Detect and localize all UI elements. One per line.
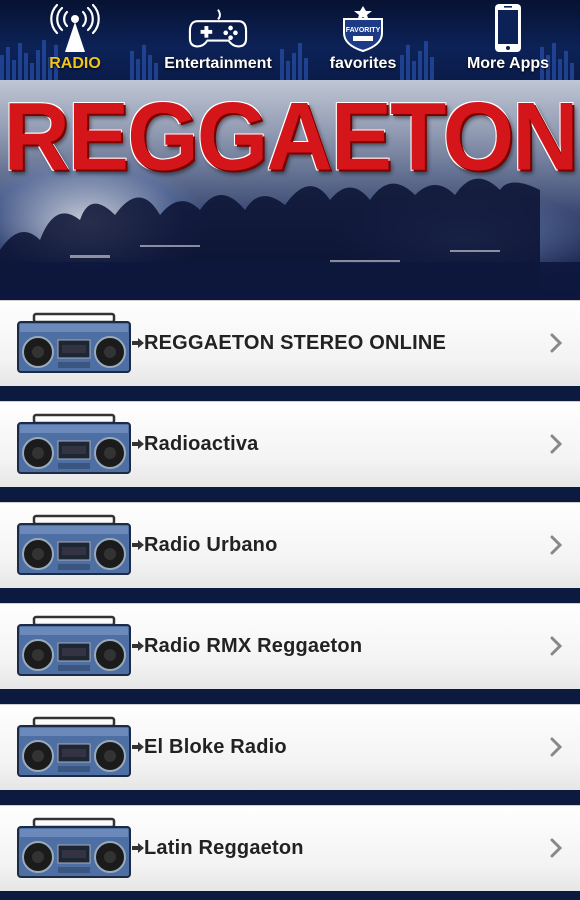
pointer-icon <box>132 843 144 853</box>
station-item[interactable]: Latin Reggaeton <box>0 805 580 891</box>
tab-more-apps[interactable]: More Apps <box>462 0 554 80</box>
station-name: REGGAETON STEREO ONLINE <box>144 331 447 354</box>
header-banner: REGGAETON <box>0 80 580 300</box>
tab-label: RADIO <box>49 55 101 72</box>
station-item[interactable]: El Bloke Radio <box>0 704 580 790</box>
chevron-right-icon <box>550 434 562 454</box>
station-name: Radio Urbano <box>144 533 278 556</box>
station-item[interactable]: Radio RMX Reggaeton <box>0 603 580 689</box>
tab-label: favorites <box>329 55 397 72</box>
chevron-right-icon <box>550 636 562 656</box>
station-item[interactable]: Radio Urbano <box>0 502 580 588</box>
boombox-icon <box>17 716 131 777</box>
tab-entertainment[interactable]: Entertainment <box>158 0 278 80</box>
favorite-badge-icon: FAVORITY <box>333 0 393 56</box>
station-name: El Bloke Radio <box>144 735 287 758</box>
station-name: Latin Reggaeton <box>144 836 304 859</box>
tab-label: More Apps <box>466 55 550 72</box>
tab-favorites[interactable]: FAVORITY favorites <box>322 0 404 80</box>
chevron-right-icon <box>550 838 562 858</box>
chevron-right-icon <box>550 333 562 353</box>
gamepad-icon <box>188 0 248 56</box>
boombox-icon <box>17 413 131 474</box>
top-navigation: RADIO Entertainment FAVORITY favorites M… <box>0 0 580 80</box>
radio-tower-icon <box>45 0 105 56</box>
station-item[interactable]: Radioactiva <box>0 401 580 487</box>
boombox-icon <box>17 615 131 676</box>
station-name: Radio RMX Reggaeton <box>144 634 363 657</box>
boombox-icon <box>17 514 131 575</box>
boombox-icon <box>17 817 131 878</box>
tab-label: Entertainment <box>164 55 272 72</box>
chevron-right-icon <box>550 535 562 555</box>
boombox-icon <box>17 312 131 373</box>
badge-text: FAVORITY <box>346 27 381 34</box>
station-name: Radioactiva <box>144 432 259 455</box>
pointer-icon <box>132 641 144 651</box>
pointer-icon <box>132 338 144 348</box>
station-item[interactable]: REGGAETON STEREO ONLINE <box>0 300 580 386</box>
pointer-icon <box>132 742 144 752</box>
pointer-icon <box>132 439 144 449</box>
tab-radio[interactable]: RADIO <box>40 0 110 80</box>
chevron-right-icon <box>550 737 562 757</box>
smartphone-icon <box>478 0 538 56</box>
banner-title: REGGAETON <box>3 83 578 191</box>
pointer-icon <box>132 540 144 550</box>
